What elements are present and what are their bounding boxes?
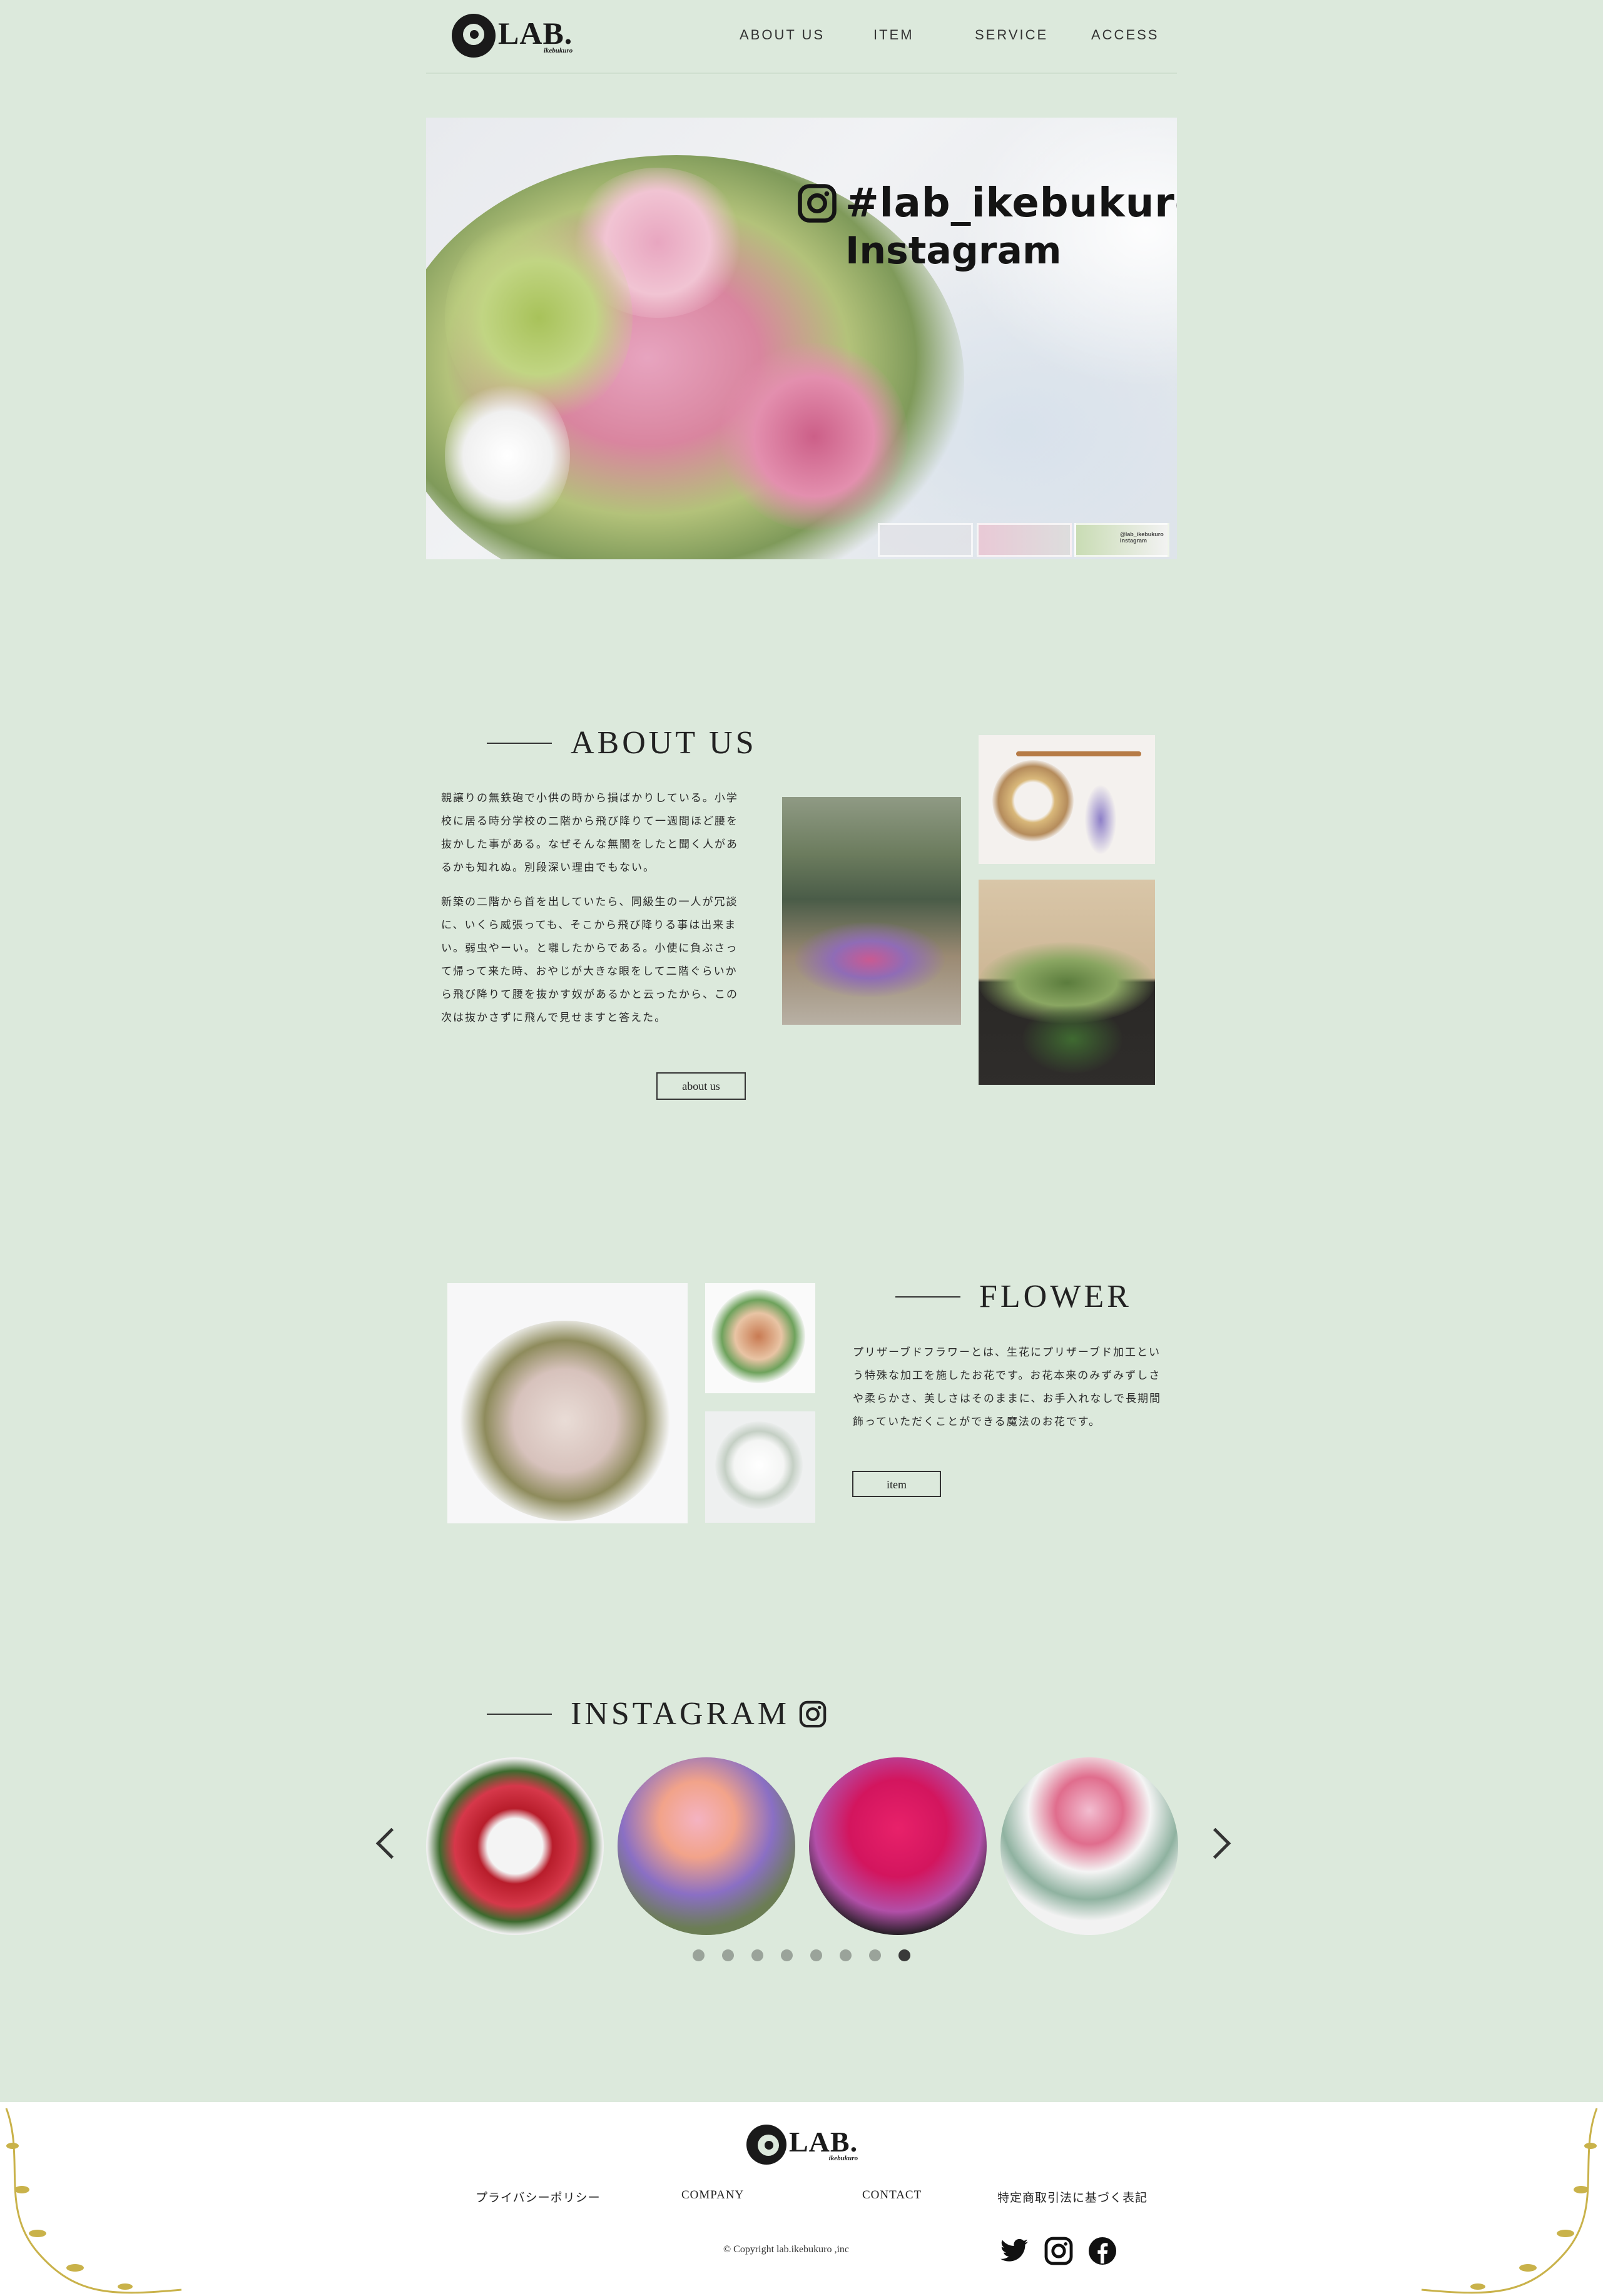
hanging-rail <box>1016 751 1141 756</box>
flower-sign-photo <box>979 880 1155 1085</box>
hero-banner[interactable]: #lab_ikebukuro Instagram @lab_ikebukuro … <box>426 118 1177 559</box>
carousel-dot[interactable] <box>722 1949 734 1961</box>
nav-about-us[interactable]: ABOUT US <box>740 27 825 43</box>
heading-rule <box>487 1713 552 1715</box>
nav-access[interactable]: ACCESS <box>1091 27 1159 43</box>
hero-subtitle: Instagram <box>845 229 1062 273</box>
flower-title: FLOWER <box>979 1279 1132 1314</box>
flower-paragraph: プリザーブドフラワーとは、生花にプリザーブド加工という特殊な加工を施したお花です… <box>853 1346 1161 1428</box>
carousel-prev-arrow[interactable] <box>375 1827 407 1859</box>
vine-right-decoration <box>1421 2108 1598 2294</box>
instagram-post-3[interactable] <box>809 1757 987 1935</box>
footer-link-company[interactable]: COMPANY <box>681 2188 744 2202</box>
instagram-title: INSTAGRAM <box>571 1696 790 1732</box>
instagram-icon <box>798 184 837 223</box>
footer-link-legal[interactable]: 特定商取引法に基づく表記 <box>997 2188 1148 2205</box>
carousel-dot[interactable] <box>751 1949 763 1961</box>
heading-rule <box>487 742 552 744</box>
heading-rule <box>895 1296 960 1298</box>
flower-body: プリザーブドフラワーとは、生花にプリザーブド加工という特殊な加工を施したお花です… <box>853 1341 1166 1445</box>
about-paragraph-2: 新築の二階から首を出していたら、同級生の一人が冗談に、いくら威張っても、そこから… <box>441 896 738 1024</box>
about-body: 親譲りの無鉄砲で小供の時から損ばかりしている。小学校に居る時分学校の二階から飛び… <box>441 786 749 1040</box>
hero-white-flowers <box>445 380 570 531</box>
logo-text: LAB. <box>498 15 573 51</box>
carousel-dot[interactable] <box>840 1949 852 1961</box>
carousel-dot[interactable] <box>869 1949 881 1961</box>
preserved-ball-photo <box>447 1283 688 1523</box>
instagram-post-2[interactable] <box>618 1757 795 1935</box>
about-title: ABOUT US <box>571 725 757 761</box>
facebook-icon[interactable] <box>1087 2236 1117 2266</box>
pot-plants <box>1022 1005 1122 1074</box>
instagram-heading: INSTAGRAM <box>487 1695 827 1732</box>
hero-hashtag: #lab_ikebukuro <box>845 180 1177 226</box>
about-paragraph-1: 親譲りの無鉄砲で小供の時から損ばかりしている。小学校に居る時分学校の二階から飛び… <box>441 792 738 873</box>
twitter-icon[interactable] <box>999 2236 1029 2266</box>
footer-logo[interactable]: LAB. ikebukuro <box>746 2125 858 2165</box>
shop-front-photo <box>782 797 961 1025</box>
white-bouquet-photo <box>705 1411 815 1523</box>
instagram-post-4[interactable] <box>1000 1757 1178 1935</box>
shop-flowers <box>795 922 945 997</box>
flower-ball <box>459 1321 671 1521</box>
hero-rose-a <box>720 343 908 531</box>
vine-left-decoration <box>5 2108 182 2294</box>
rose-arrangement-photo <box>705 1283 815 1393</box>
hero-thumb-1[interactable] <box>878 523 973 557</box>
wreath-shape <box>992 760 1074 841</box>
flower-heading: FLOWER <box>895 1278 1132 1315</box>
footer-logo-text: LAB. <box>789 2125 858 2158</box>
copyright-text: © Copyright lab.ikebukuro ,inc <box>723 2244 850 2255</box>
header-logo[interactable]: LAB. ikebukuro <box>452 14 572 58</box>
instagram-post-1[interactable] <box>426 1757 604 1935</box>
header-divider <box>426 73 1177 74</box>
carousel-next-arrow[interactable] <box>1199 1827 1231 1859</box>
about-us-button[interactable]: about us <box>656 1072 746 1100</box>
instagram-icon <box>799 1700 827 1727</box>
nav-service[interactable]: SERVICE <box>975 27 1048 43</box>
item-button[interactable]: item <box>852 1471 941 1497</box>
carousel-dot[interactable] <box>781 1949 793 1961</box>
nav-item[interactable]: ITEM <box>873 27 914 43</box>
logo-emblem-icon <box>452 14 496 58</box>
carousel-dot[interactable] <box>810 1949 822 1961</box>
hero-thumb-3-label: @lab_ikebukuro Instagram <box>1120 531 1164 544</box>
footer: LAB. ikebukuro プライバシーポリシー COMPANY CONTAC… <box>0 2102 1603 2296</box>
rose-cluster <box>711 1289 805 1383</box>
logo-emblem-icon <box>746 2125 786 2165</box>
instagram-icon[interactable] <box>1044 2236 1074 2266</box>
about-heading: ABOUT US <box>487 724 757 761</box>
footer-link-contact[interactable]: CONTACT <box>862 2188 922 2202</box>
white-flowers <box>715 1421 803 1509</box>
dried-lavender <box>1085 785 1116 854</box>
hero-thumb-3[interactable]: @lab_ikebukuro Instagram <box>1074 523 1169 557</box>
carousel-dot[interactable] <box>898 1949 910 1961</box>
wreath-photo <box>979 735 1155 864</box>
hero-thumb-2[interactable] <box>977 523 1072 557</box>
footer-link-privacy[interactable]: プライバシーポリシー <box>476 2188 601 2205</box>
carousel-dot[interactable] <box>693 1949 705 1961</box>
